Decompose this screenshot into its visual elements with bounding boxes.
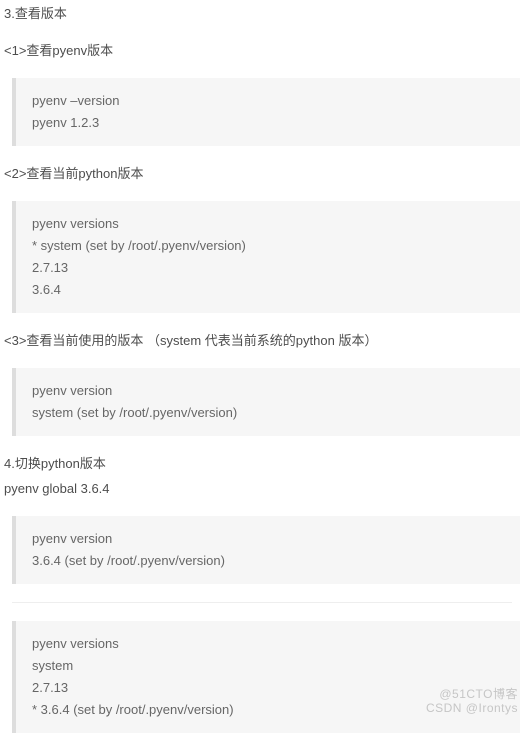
code-line: pyenv version [32,380,504,402]
code-line: system (set by /root/.pyenv/version) [32,402,504,424]
code-block-1: pyenv –version pyenv 1.2.3 [12,78,520,146]
code-block-4: pyenv version 3.6.4 (set by /root/.pyenv… [12,516,520,584]
section-4-title: 4.切换python版本 [4,454,520,475]
section-4-command: pyenv global 3.6.4 [4,479,520,500]
section-3-sub3: <3>查看当前使用的版本 （system 代表当前系统的python 版本） [4,331,520,352]
code-block-5: pyenv versions system 2.7.13 * 3.6.4 (se… [12,621,520,733]
code-line: pyenv versions [32,213,504,235]
code-block-3: pyenv version system (set by /root/.pyen… [12,368,520,436]
code-line: pyenv –version [32,90,504,112]
divider [12,602,512,603]
code-line: system [32,655,504,677]
code-line: 3.6.4 (set by /root/.pyenv/version) [32,550,504,572]
code-line: pyenv version [32,528,504,550]
code-line: 3.6.4 [32,279,504,301]
code-block-2: pyenv versions * system (set by /root/.p… [12,201,520,313]
section-3-title: 3.查看版本 [4,4,520,25]
code-line: 2.7.13 [32,257,504,279]
code-line: * 3.6.4 (set by /root/.pyenv/version) [32,699,504,721]
code-line: pyenv 1.2.3 [32,112,504,134]
code-line: 2.7.13 [32,677,504,699]
code-line: * system (set by /root/.pyenv/version) [32,235,504,257]
section-3-sub1: <1>查看pyenv版本 [4,41,520,62]
document-content: 3.查看版本 <1>查看pyenv版本 pyenv –version pyenv… [0,0,524,733]
section-3-sub2: <2>查看当前python版本 [4,164,520,185]
code-line: pyenv versions [32,633,504,655]
